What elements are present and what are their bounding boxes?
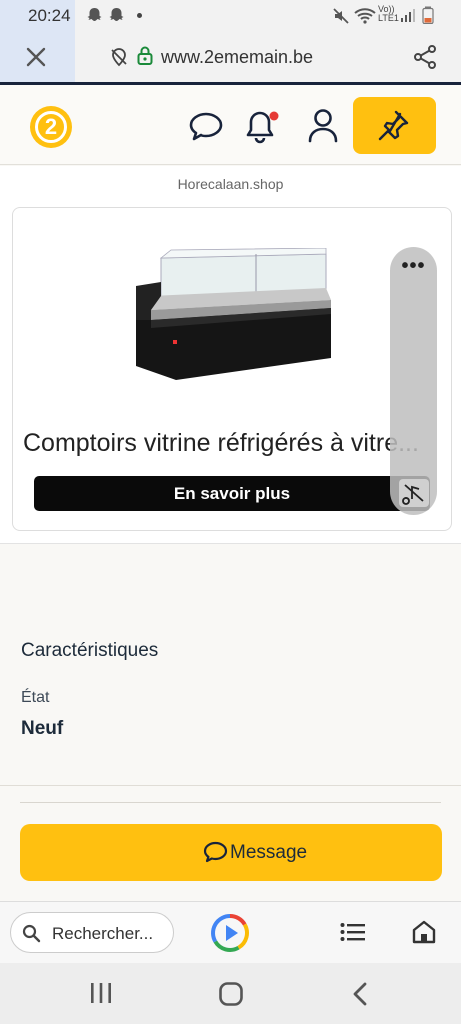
search-placeholder: Rechercher... <box>52 924 154 943</box>
condition-value: Neuf <box>21 718 64 739</box>
pin-icon <box>378 110 409 141</box>
battery-icon <box>422 6 434 24</box>
site-header: 2 <box>0 85 461 165</box>
assistant-icon[interactable] <box>210 913 250 953</box>
section-title: Caractéristiques <box>21 640 159 661</box>
signal-icon <box>401 9 415 22</box>
browser-toolbar: Rechercher... <box>0 901 461 963</box>
condition-label: État <box>21 689 50 706</box>
system-nav-bar <box>0 963 461 1024</box>
chat-icon[interactable] <box>188 110 224 144</box>
share-icon[interactable] <box>412 44 438 70</box>
place-ad-button[interactable] <box>353 97 436 154</box>
hide-ad-icon[interactable] <box>399 479 429 507</box>
wifi-icon <box>354 8 376 24</box>
status-time: 20:24 <box>28 6 71 25</box>
close-icon[interactable] <box>25 46 47 68</box>
divider <box>0 785 461 786</box>
search-bar[interactable]: Rechercher... <box>10 912 174 953</box>
back-icon[interactable] <box>350 981 370 1007</box>
ad-cta-button[interactable]: En savoir plus <box>34 476 430 511</box>
message-button-label: Message <box>230 842 308 863</box>
snapchat-icon <box>87 8 102 21</box>
ad-card[interactable]: Comptoirs vitrine réfrigérés à vitre... … <box>12 207 452 531</box>
display-fridge-image <box>136 248 331 380</box>
notification-badge <box>269 111 279 121</box>
network-label: Vo)) LTE1 <box>378 4 399 23</box>
more-options-icon[interactable]: ••• <box>390 256 437 276</box>
mute-icon <box>333 8 349 24</box>
bell-icon[interactable] <box>245 107 279 145</box>
divider <box>20 802 441 803</box>
message-button[interactable]: Message <box>20 824 442 881</box>
status-bar: 20:24 Vo)) LTE1 <box>0 0 461 83</box>
lock-icon[interactable] <box>137 46 153 66</box>
search-icon <box>22 924 41 943</box>
url-text[interactable]: www.2ememain.be <box>161 47 313 68</box>
home-icon[interactable] <box>411 919 437 945</box>
ad-overlay-panel[interactable]: ••• <box>390 247 437 515</box>
tabs-list-icon[interactable] <box>340 922 366 942</box>
snapchat-icon <box>109 8 124 21</box>
recent-apps-icon[interactable] <box>89 982 113 1004</box>
ad-source[interactable]: Horecalaan.shop <box>0 176 461 192</box>
notification-dot <box>137 13 142 18</box>
logo-text: 2 <box>35 111 67 143</box>
site-logo[interactable]: 2 <box>30 106 72 148</box>
ad-title[interactable]: Comptoirs vitrine réfrigérés à vitre... <box>23 429 433 458</box>
home-button-icon[interactable] <box>218 981 244 1007</box>
user-icon[interactable] <box>307 107 339 145</box>
chat-icon <box>203 841 228 863</box>
location-off-icon[interactable] <box>109 47 129 67</box>
browser-url-bar: www.2ememain.be <box>0 32 461 82</box>
